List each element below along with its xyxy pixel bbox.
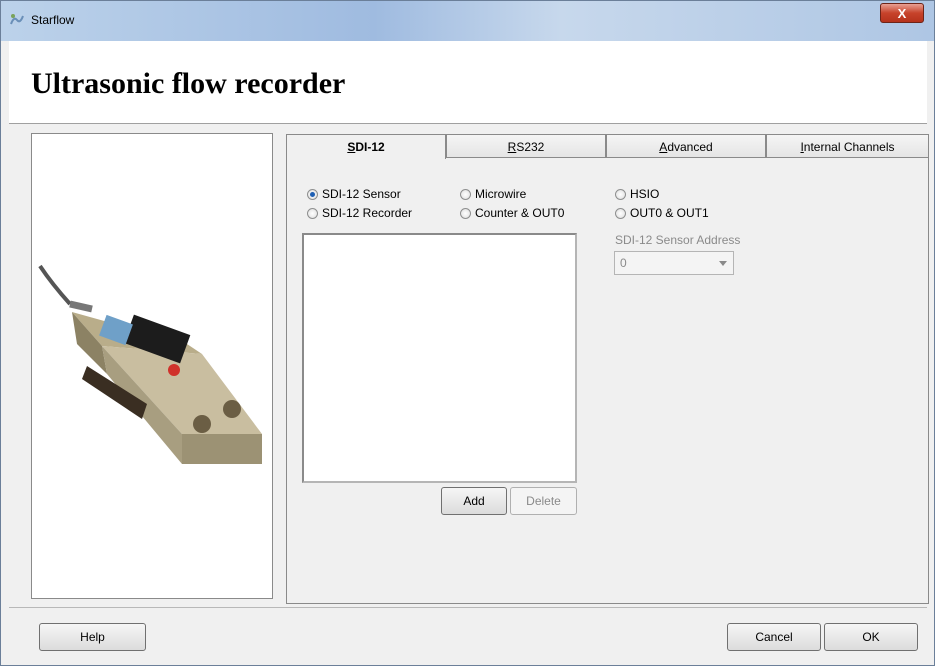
radio-indicator-checked[interactable] [307, 188, 318, 200]
delete-button[interactable]: Delete [510, 487, 577, 515]
radio-sdi-12-recorder[interactable]: SDI-12 Recorder [307, 206, 412, 220]
radio-hsio[interactable]: HSIO [615, 187, 659, 201]
tab-advanced[interactable]: Advanced [606, 134, 766, 158]
radio-indicator[interactable] [615, 188, 626, 200]
radio-indicator[interactable] [460, 207, 471, 219]
radio-label: SDI-12 Sensor [322, 187, 401, 201]
starflow-app-icon [10, 14, 24, 25]
radio-counter-out0[interactable]: Counter & OUT0 [460, 206, 564, 220]
starflow-window: Starflow X Ultrasonic flow recorder SDI-… [0, 0, 935, 666]
radio-out0-out1[interactable]: OUT0 & OUT1 [615, 206, 709, 220]
radio-label: Microwire [475, 187, 527, 201]
header-band: Ultrasonic flow recorder [9, 41, 927, 124]
window-title: Starflow [31, 13, 75, 27]
radio-indicator[interactable] [615, 207, 626, 219]
flow-recorder-device-image [38, 264, 262, 464]
title-bar[interactable]: Starflow X [1, 1, 934, 41]
radio-indicator[interactable] [460, 188, 471, 200]
page-title: Ultrasonic flow recorder [31, 67, 346, 100]
dialog-client-area: Ultrasonic flow recorder SDI-12 RS232 Ad… [9, 41, 929, 659]
radio-label: HSIO [630, 187, 660, 201]
sensor-address-select[interactable]: 0 [614, 251, 734, 275]
chevron-down-icon [719, 261, 727, 266]
help-button[interactable]: Help [39, 623, 146, 651]
ok-button[interactable]: OK [824, 623, 918, 651]
tab-advanced-label: dvanced [667, 140, 713, 154]
radio-indicator[interactable] [307, 207, 318, 219]
close-button[interactable]: X [880, 3, 924, 23]
tab-internal-channels-label: nternal Channels [803, 140, 895, 154]
product-image-panel [31, 133, 273, 599]
tab-sdi-12[interactable]: SDI-12 [286, 134, 446, 159]
sensor-address-value: 0 [620, 256, 627, 270]
sensor-address-label: SDI-12 Sensor Address [615, 233, 741, 247]
tab-rs232-accel: R [507, 140, 517, 154]
radio-label: SDI-12 Recorder [322, 206, 413, 220]
radio-label: Counter & OUT0 [475, 206, 565, 220]
tab-sdi-12-label: DI-12 [355, 140, 385, 154]
cancel-button[interactable]: Cancel [727, 623, 821, 651]
tab-rs232[interactable]: RS232 [446, 134, 606, 158]
tab-internal-channels[interactable]: Internal Channels [766, 134, 929, 158]
radio-microwire[interactable]: Microwire [460, 187, 526, 201]
tab-rs232-label: S232 [516, 140, 545, 154]
radio-sdi-12-sensor[interactable]: SDI-12 Sensor [307, 187, 401, 201]
radio-label: OUT0 & OUT1 [630, 206, 709, 220]
sensor-list-box[interactable] [302, 233, 577, 483]
footer-divider [9, 607, 927, 608]
add-button[interactable]: Add [441, 487, 507, 515]
